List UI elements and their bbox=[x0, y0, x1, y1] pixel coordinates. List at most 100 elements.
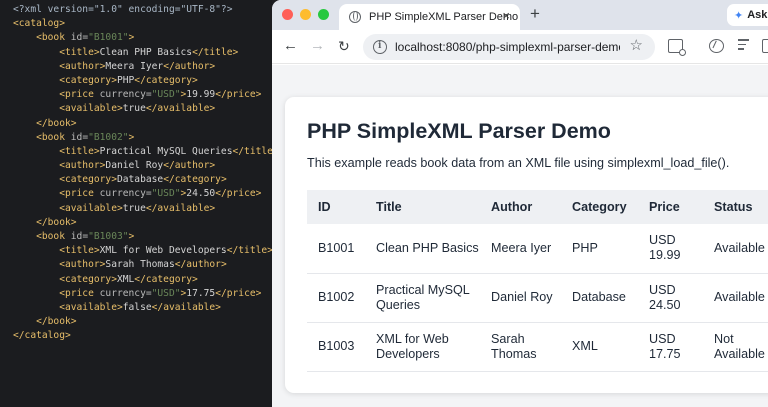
back-arrow-icon[interactable]: ← bbox=[283, 38, 298, 54]
code-line: <available>false</available> bbox=[0, 301, 272, 315]
code-token: </author> bbox=[163, 60, 216, 72]
code-token: </price> bbox=[215, 188, 262, 200]
minimize-window-button[interactable] bbox=[300, 9, 311, 20]
code-token: > bbox=[128, 131, 135, 143]
cell-category: XML bbox=[561, 322, 638, 372]
code-line: <category>XML</category> bbox=[0, 273, 272, 287]
code-line: <category>Database</category> bbox=[0, 173, 272, 187]
profile-icon[interactable] bbox=[762, 39, 768, 53]
code-token: </available> bbox=[145, 103, 216, 115]
code-token: Daniel Roy bbox=[105, 160, 164, 172]
close-window-button[interactable] bbox=[282, 9, 293, 20]
code-token: Practical MySQL Queries bbox=[99, 145, 233, 157]
cell-title: Clean PHP Basics bbox=[365, 224, 480, 274]
code-token: Sarah Thomas bbox=[105, 259, 175, 271]
page-viewport: PHP SimpleXML Parser Demo This example r… bbox=[272, 65, 768, 407]
code-token: "USD" bbox=[151, 287, 181, 299]
code-token: "USD" bbox=[151, 188, 181, 200]
header-price: Price bbox=[638, 190, 703, 224]
tab-title: PHP SimpleXML Parser Demo bbox=[369, 11, 519, 23]
code-token: false bbox=[122, 301, 152, 313]
code-token: "USD" bbox=[151, 89, 181, 101]
content-card: PHP SimpleXML Parser Demo This example r… bbox=[285, 97, 768, 393]
code-line: <author>Sarah Thomas</author> bbox=[0, 258, 272, 272]
site-info-icon[interactable] bbox=[373, 40, 387, 54]
code-token: <title> bbox=[13, 245, 100, 257]
code-token: <book bbox=[13, 32, 71, 44]
code-token: > bbox=[128, 32, 135, 44]
cell-status: Available bbox=[703, 224, 768, 274]
code-line: <title>Practical MySQL Queries</title> bbox=[0, 145, 272, 159]
code-token: </title> bbox=[232, 145, 273, 157]
code-token: <available> bbox=[13, 202, 123, 214]
code-line: <price currency="USD">17.75</price> bbox=[0, 287, 272, 301]
code-token: <category> bbox=[13, 174, 117, 186]
code-token: </price> bbox=[215, 287, 262, 299]
books-table: ID Title Author Category Price Status B1… bbox=[307, 190, 768, 372]
cell-title: Practical MySQL Queries bbox=[365, 273, 480, 323]
code-token: 17.75 bbox=[186, 287, 216, 299]
code-token: </available> bbox=[151, 301, 221, 313]
xml-code-editor[interactable]: <?xml version="1.0" encoding="UTF-8"?> <c… bbox=[0, 0, 272, 407]
code-token: <title> bbox=[13, 145, 100, 157]
code-line: </book> bbox=[0, 216, 272, 230]
code-token: </category> bbox=[163, 174, 227, 186]
reload-icon[interactable]: ↻ bbox=[338, 38, 350, 54]
url-text[interactable]: localhost:8080/php-simplexml-parser-demo bbox=[395, 40, 620, 54]
new-tab-button[interactable]: + bbox=[530, 5, 540, 23]
header-title: Title bbox=[365, 190, 480, 224]
cell-title: XML for Web Developers bbox=[365, 322, 480, 372]
cell-author: Meera Iyer bbox=[480, 224, 561, 274]
bookmark-star-icon[interactable]: ☆ bbox=[630, 38, 643, 54]
header-id: ID bbox=[307, 190, 365, 224]
code-token: true bbox=[122, 202, 146, 214]
code-token: 19.99 bbox=[186, 89, 216, 101]
sparkle-icon: ✦ bbox=[734, 9, 744, 22]
code-token: XML bbox=[116, 273, 135, 285]
code-token: <author> bbox=[13, 259, 106, 271]
code-token: "B1001" bbox=[88, 32, 129, 44]
cell-price: USD 19.99 bbox=[638, 224, 703, 274]
code-line: <category>PHP</category> bbox=[0, 74, 272, 88]
tab-close-icon[interactable]: × bbox=[502, 9, 510, 23]
maximize-window-button[interactable] bbox=[318, 9, 329, 20]
code-token: </category> bbox=[134, 74, 198, 86]
code-line: <title>Clean PHP Basics</title> bbox=[0, 46, 272, 60]
cell-id: B1002 bbox=[307, 273, 365, 323]
extension-icon[interactable] bbox=[709, 39, 724, 53]
code-token: </catalog> bbox=[13, 330, 71, 342]
code-line: </catalog> bbox=[0, 329, 272, 343]
code-token: <available> bbox=[13, 301, 123, 313]
code-token: <available> bbox=[13, 103, 123, 115]
code-token: </book> bbox=[13, 117, 77, 129]
cell-status: Not Available bbox=[703, 322, 768, 372]
code-line: <catalog> bbox=[0, 17, 272, 31]
code-token: <?xml version="1.0" encoding="UTF-8"?> bbox=[13, 4, 233, 15]
media-controls-icon[interactable] bbox=[738, 39, 753, 53]
cell-category: PHP bbox=[561, 224, 638, 274]
code-token: currency= bbox=[99, 188, 152, 200]
cell-id: B1003 bbox=[307, 322, 365, 372]
code-token: </title> bbox=[226, 245, 272, 257]
cell-category: Database bbox=[561, 273, 638, 323]
code-token: currency= bbox=[99, 89, 152, 101]
address-bar[interactable]: localhost:8080/php-simplexml-parser-demo… bbox=[363, 34, 655, 60]
code-line: <book id="B1001"> bbox=[0, 31, 272, 45]
browser-window: PHP SimpleXML Parser Demo × + ✦ Ask ← → … bbox=[272, 0, 768, 407]
code-line: <available>true</available> bbox=[0, 102, 272, 116]
code-line: <book id="B1002"> bbox=[0, 131, 272, 145]
cell-id: B1001 bbox=[307, 224, 365, 274]
code-token: PHP bbox=[116, 74, 135, 86]
code-token: 24.50 bbox=[186, 188, 216, 200]
google-lens-icon[interactable] bbox=[668, 39, 686, 56]
forward-arrow-icon[interactable]: → bbox=[310, 38, 325, 54]
code-line: <?xml version="1.0" encoding="UTF-8"?> bbox=[0, 3, 272, 17]
ask-label: Ask bbox=[747, 9, 768, 21]
code-token: <category> bbox=[13, 273, 117, 285]
header-category: Category bbox=[561, 190, 638, 224]
tab-php-simplexml-demo[interactable]: PHP SimpleXML Parser Demo × bbox=[339, 4, 520, 30]
code-token: <author> bbox=[13, 160, 106, 172]
code-token: <category> bbox=[13, 74, 117, 86]
code-line: <author>Meera Iyer</author> bbox=[0, 60, 272, 74]
ask-button[interactable]: ✦ Ask bbox=[727, 4, 768, 26]
